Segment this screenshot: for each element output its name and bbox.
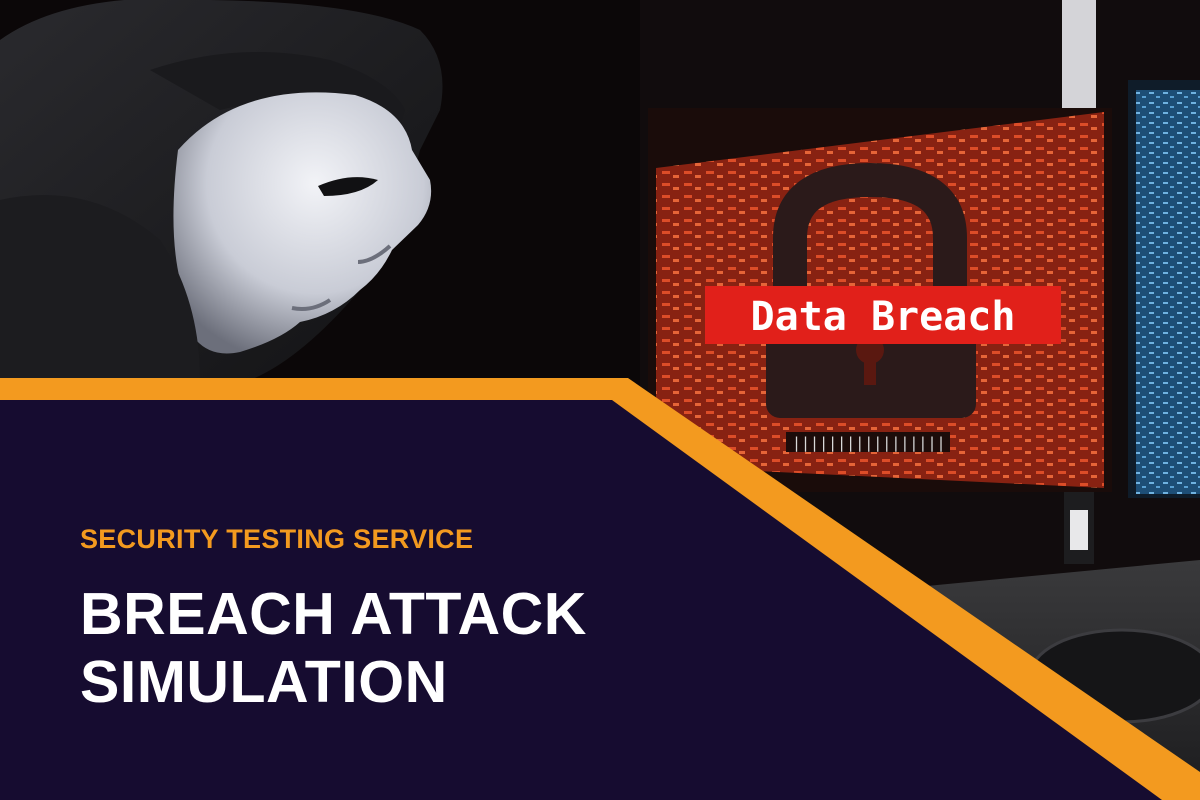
hero-banner: Data Breach ||||||||||||||||| SECURITY T… [0, 0, 1200, 800]
service-eyebrow: SECURITY TESTING SERVICE [80, 524, 474, 554]
page-title-line-2: SIMULATION [80, 649, 448, 715]
page-title: BREACH ATTACK SIMULATION [80, 580, 680, 716]
page-title-line-1: BREACH ATTACK [80, 581, 587, 647]
